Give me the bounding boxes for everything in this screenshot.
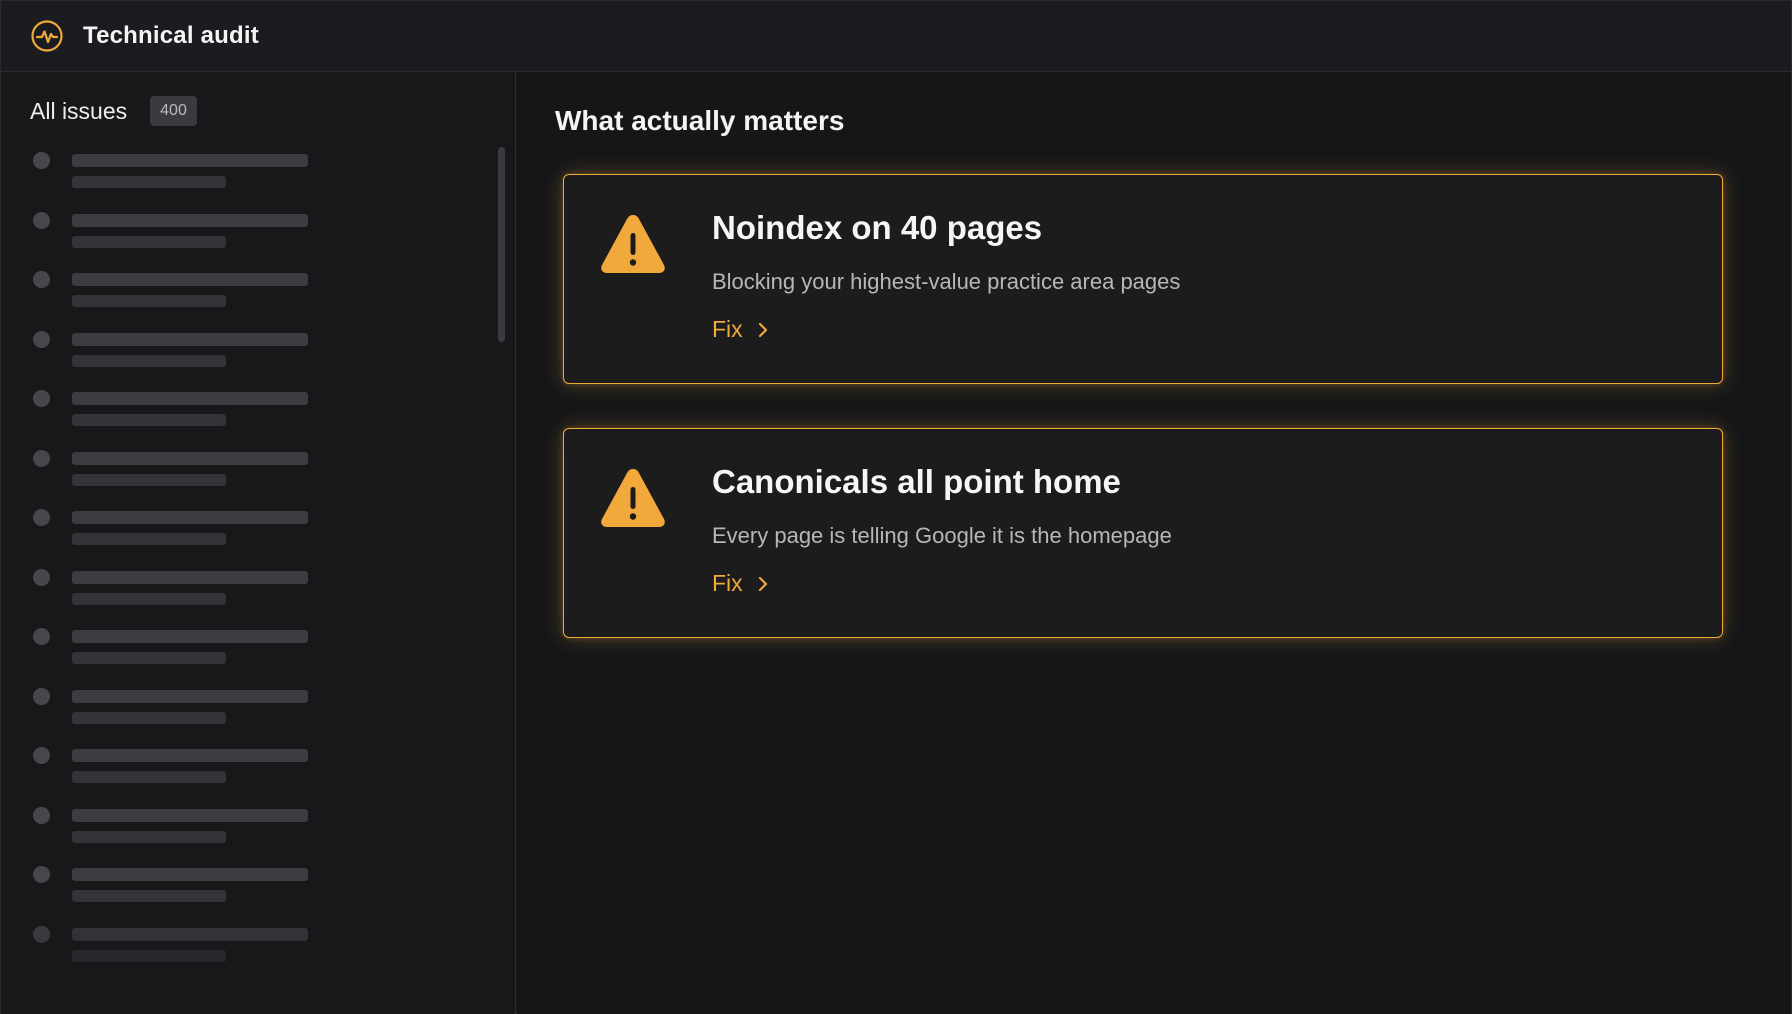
skeleton-line — [72, 630, 308, 643]
fix-label: Fix — [712, 316, 743, 342]
page-title: What actually matters — [555, 105, 845, 136]
issue-card-canonicals: Canonicals all point home Every page is … — [563, 428, 1723, 638]
list-item[interactable] — [1, 509, 491, 569]
card-title: Noindex on 40 pages — [712, 209, 1043, 246]
list-item[interactable] — [1, 866, 491, 926]
skeleton-line — [72, 295, 226, 307]
skeleton-line — [72, 392, 308, 405]
card-description: Every page is telling Google it is the h… — [712, 523, 1172, 548]
issue-card-noindex: Noindex on 40 pages Blocking your highes… — [563, 174, 1723, 384]
skeleton-line — [72, 592, 226, 605]
skeleton-line — [72, 949, 226, 962]
skeleton-line — [72, 511, 308, 524]
app-window: Technical audit All issues 400 What actu… — [0, 0, 1792, 1014]
list-item[interactable] — [1, 687, 491, 748]
skeleton-line — [72, 213, 308, 227]
skeleton-line — [72, 473, 226, 486]
list-item[interactable] — [1, 747, 491, 807]
status-dot — [33, 152, 50, 169]
status-dot — [33, 925, 50, 943]
sidebar-title: All issues — [30, 97, 128, 124]
top-bar: Technical audit — [1, 1, 1791, 72]
status-dot — [33, 687, 50, 705]
issue-list — [1, 152, 491, 985]
main-panel: What actually matters Noindex on 40 page… — [517, 72, 1791, 1014]
app-title: Technical audit — [83, 22, 259, 49]
list-item[interactable] — [1, 449, 491, 510]
skeleton-line — [72, 533, 226, 545]
list-item[interactable] — [1, 925, 491, 986]
skeleton-line — [72, 749, 308, 762]
list-item[interactable] — [1, 271, 491, 331]
status-dot — [33, 330, 50, 348]
fix-link[interactable]: Fix — [712, 316, 769, 343]
skeleton-line — [72, 176, 226, 188]
list-item[interactable] — [1, 152, 491, 212]
status-dot — [33, 509, 50, 526]
skeleton-line — [72, 570, 308, 584]
issue-count-badge: 400 — [150, 96, 197, 126]
status-dot — [33, 747, 50, 764]
sidebar-scrollbar[interactable] — [498, 147, 505, 342]
skeleton-line — [72, 273, 308, 286]
warning-triangle-icon — [598, 465, 668, 531]
skeleton-line — [72, 154, 308, 167]
warning-triangle-icon — [598, 211, 668, 277]
list-item[interactable] — [1, 330, 491, 391]
list-item[interactable] — [1, 806, 491, 867]
status-dot — [33, 866, 50, 883]
status-dot — [33, 211, 50, 229]
skeleton-line — [72, 451, 308, 465]
skeleton-line — [72, 332, 308, 346]
status-dot — [33, 628, 50, 645]
skeleton-line — [72, 927, 308, 941]
skeleton-line — [72, 354, 226, 367]
skeleton-line — [72, 830, 226, 843]
skeleton-line — [72, 771, 226, 783]
issues-sidebar: All issues 400 — [1, 72, 516, 1014]
skeleton-line — [72, 689, 308, 703]
list-item[interactable] — [1, 390, 491, 450]
skeleton-line — [72, 414, 226, 426]
card-title: Canonicals all point home — [712, 463, 1121, 500]
card-description: Blocking your highest-value practice are… — [712, 269, 1181, 294]
status-dot — [33, 568, 50, 586]
skeleton-line — [72, 868, 308, 881]
fix-label: Fix — [712, 570, 743, 596]
status-dot — [33, 271, 50, 288]
fix-link[interactable]: Fix — [712, 570, 769, 597]
chevron-right-icon — [757, 575, 769, 593]
sidebar-header: All issues 400 — [30, 96, 197, 126]
list-item[interactable] — [1, 568, 491, 629]
skeleton-line — [72, 711, 226, 724]
chevron-right-icon — [757, 321, 769, 339]
skeleton-line — [72, 890, 226, 902]
status-dot — [33, 449, 50, 467]
skeleton-line — [72, 235, 226, 248]
list-item[interactable] — [1, 211, 491, 272]
status-dot — [33, 390, 50, 407]
status-dot — [33, 806, 50, 824]
skeleton-line — [72, 652, 226, 664]
list-item[interactable] — [1, 628, 491, 688]
skeleton-line — [72, 808, 308, 822]
activity-pulse-icon — [30, 19, 64, 53]
